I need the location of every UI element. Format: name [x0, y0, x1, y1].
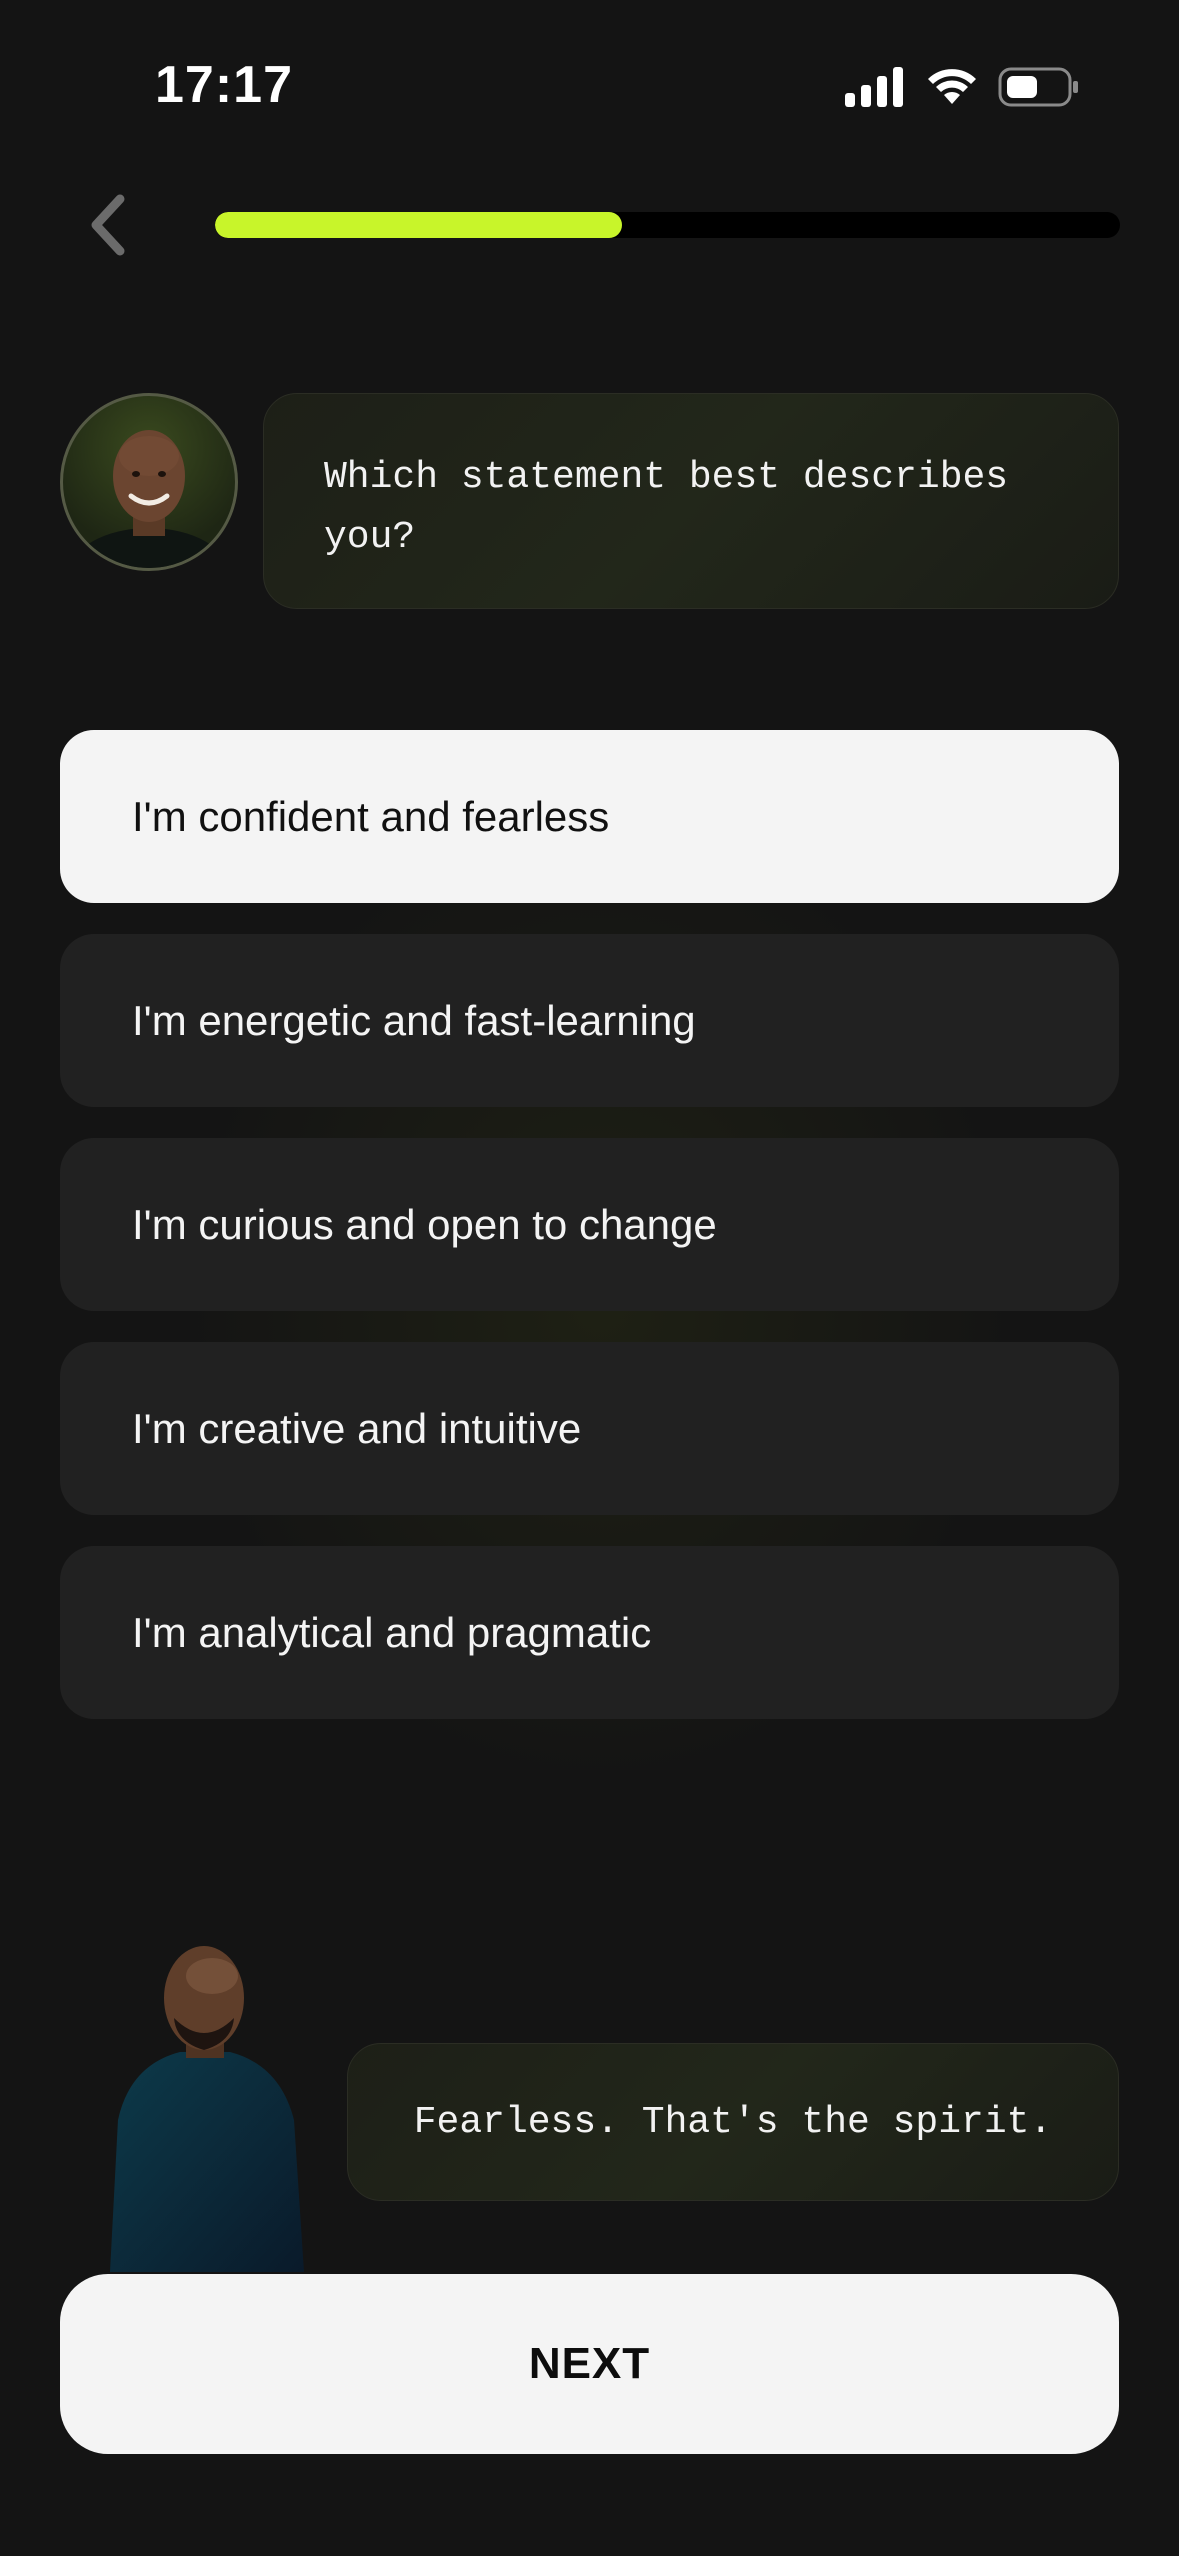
option-label: I'm energetic and fast-learning	[132, 996, 696, 1044]
signal-icon	[845, 67, 903, 107]
option-label: I'm curious and open to change	[132, 1200, 717, 1248]
coach-portrait	[69, 430, 229, 568]
wifi-icon	[928, 69, 976, 104]
chevron-left-icon	[91, 194, 125, 256]
feedback-bubble: Fearless. That's the spirit.	[347, 2043, 1119, 2201]
option-curious[interactable]: I'm curious and open to change	[60, 1138, 1119, 1311]
status-time: 17:17	[155, 56, 293, 114]
options-list: I'm confident and fearless I'm energetic…	[60, 730, 1119, 1750]
question-text: Which statement best describes you?	[324, 456, 1009, 559]
option-label: I'm confident and fearless	[132, 792, 610, 840]
option-creative[interactable]: I'm creative and intuitive	[60, 1342, 1119, 1515]
progress-bar	[215, 212, 1120, 238]
progress-fill	[215, 212, 623, 238]
option-analytical[interactable]: I'm analytical and pragmatic	[60, 1546, 1119, 1719]
back-button[interactable]	[78, 190, 138, 260]
next-label: NEXT	[528, 2339, 651, 2388]
next-button[interactable]: NEXT	[60, 2274, 1119, 2454]
option-confident[interactable]: I'm confident and fearless	[60, 730, 1119, 903]
coach-avatar	[60, 393, 238, 571]
option-energetic[interactable]: I'm energetic and fast-learning	[60, 934, 1119, 1107]
option-label: I'm creative and intuitive	[132, 1404, 582, 1452]
coach-figure	[110, 1946, 304, 2272]
question-bubble: Which statement best describes you?	[263, 393, 1119, 609]
status-bar: 17:17	[0, 0, 1179, 150]
battery-icon	[998, 67, 1078, 107]
option-label: I'm analytical and pragmatic	[132, 1608, 652, 1656]
feedback-text: Fearless. That's the spirit.	[413, 2100, 1053, 2144]
